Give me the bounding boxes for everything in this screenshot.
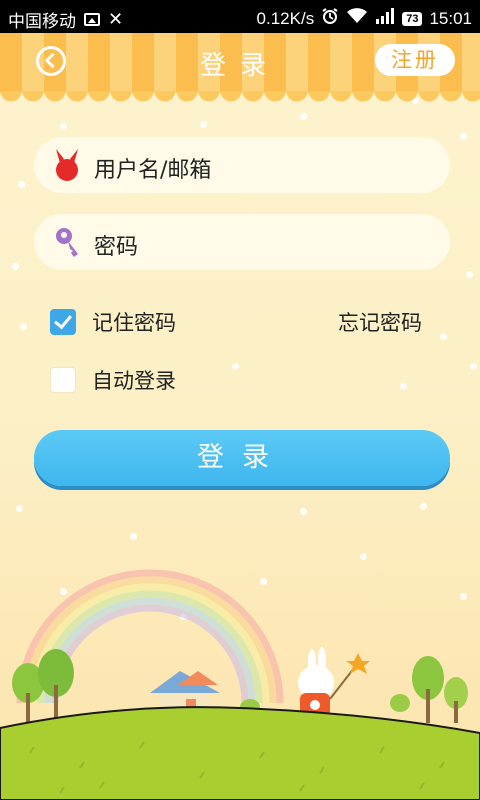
password-field[interactable]: 密码 <box>34 214 450 270</box>
close-icon: ✕ <box>108 9 124 29</box>
username-field[interactable]: 用户名/邮箱 <box>34 137 450 193</box>
title-bar: 登录 注册 <box>0 33 480 103</box>
key-icon <box>54 226 82 262</box>
carrier-name: 中国移动 <box>8 12 76 31</box>
battery-icon: 73 <box>402 11 423 26</box>
clock: 15:01 <box>429 8 472 28</box>
rabbit-icon <box>52 147 82 187</box>
network-speed: 0.12K/s <box>256 8 315 28</box>
grass-hill <box>0 706 480 800</box>
alarm-icon <box>321 7 339 30</box>
register-button[interactable]: 注册 <box>375 44 455 76</box>
landscape-illustration <box>0 569 480 800</box>
image-icon <box>84 13 100 26</box>
login-page: 登录 注册 用户名/邮箱 密码 记住密码 忘记密码 自动登录 登录 <box>0 33 480 800</box>
remember-password-checkbox[interactable] <box>50 309 76 335</box>
auto-login-label: 自动登录 <box>92 369 176 393</box>
auto-login-checkbox[interactable] <box>50 367 76 393</box>
remember-password-label: 记住密码 <box>92 311 176 335</box>
login-button[interactable]: 登录 <box>34 430 450 486</box>
status-bar: 中国移动 ✕ 0.12K/s 73 15:01 <box>0 0 480 33</box>
username-placeholder: 用户名/邮箱 <box>94 158 212 183</box>
forgot-password-link[interactable]: 忘记密码 <box>338 307 422 337</box>
signal-icon <box>375 8 395 29</box>
wifi-icon <box>346 8 368 29</box>
password-placeholder: 密码 <box>94 235 139 260</box>
